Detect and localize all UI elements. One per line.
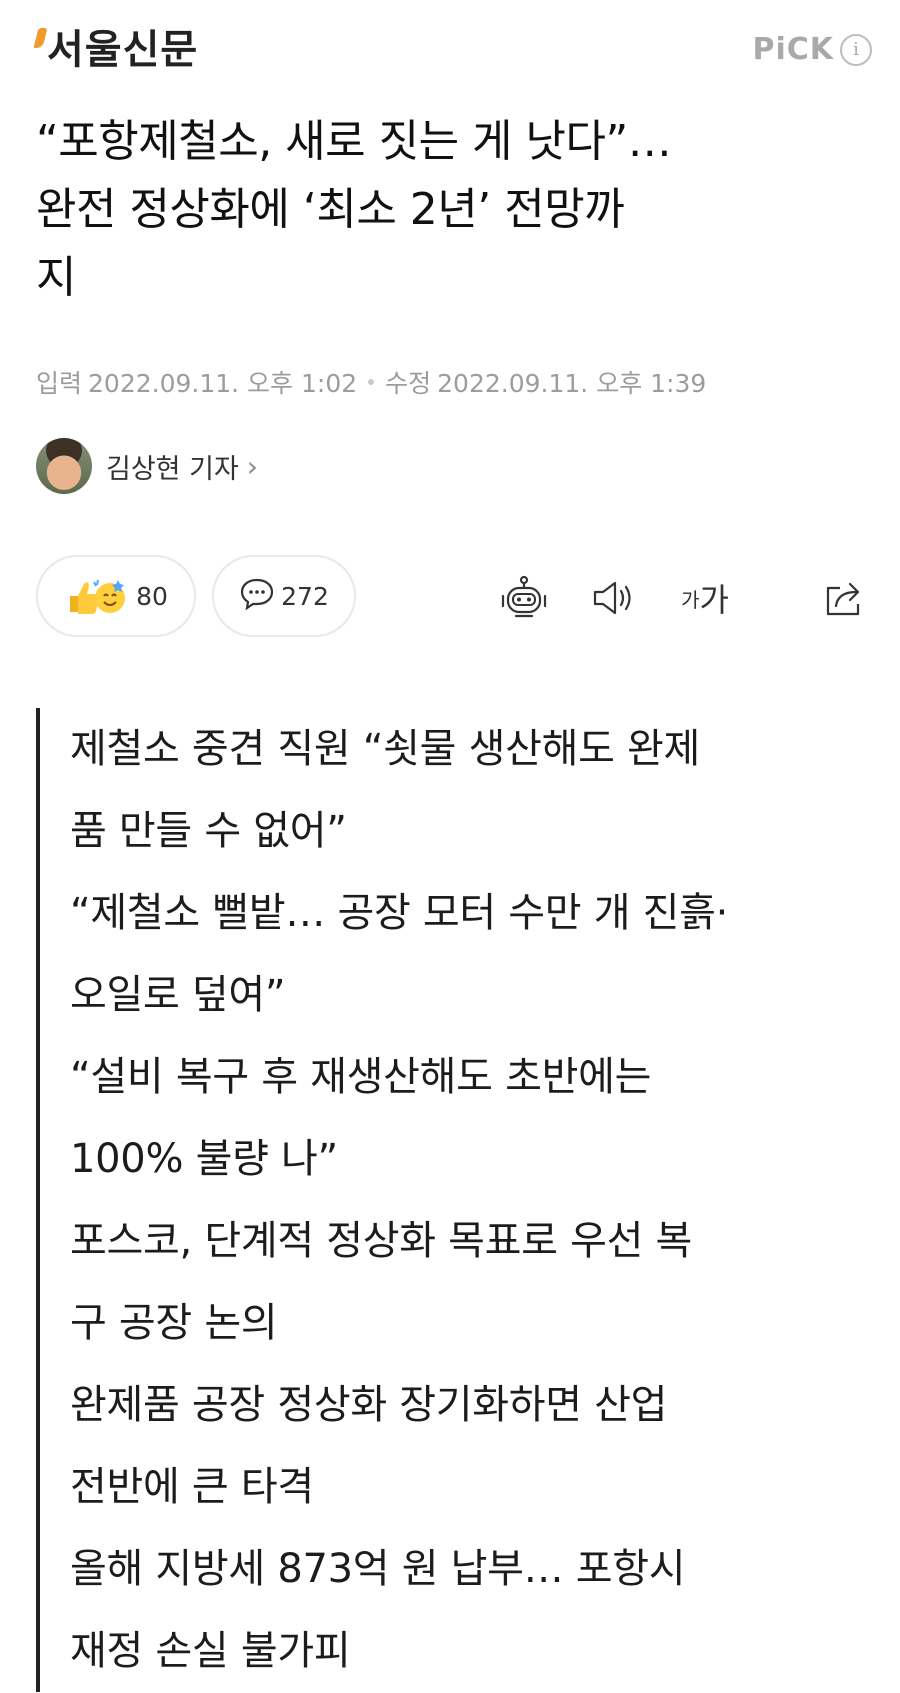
summary-bot-icon[interactable] <box>496 570 552 626</box>
article-headline: “포항제철소, 새로 짓는 게 낫다”… 완전 정상화에 ‘최소 2년’ 전망까… <box>36 108 876 312</box>
reaction-button[interactable]: 80 <box>36 555 196 637</box>
reporter-name: 김상현 기자 <box>106 453 239 485</box>
header: 서울신문 PiCK i <box>33 22 872 82</box>
summary-line: 100% 불량 나” <box>70 1136 338 1182</box>
input-date-value: 2022.09.11. 오후 1:02 <box>88 369 358 398</box>
summary-line: 품 만들 수 없어” <box>70 808 347 854</box>
info-icon[interactable]: i <box>840 33 872 66</box>
summary-line: 제철소 중견 직원 “쇳물 생산해도 완제 <box>70 726 700 772</box>
headline-line: 지 <box>36 252 76 303</box>
summary-line: 포스코, 단계적 정상화 목표로 우선 복 <box>70 1218 692 1264</box>
article-summary: 제철소 중견 직원 “쇳물 생산해도 완제 품 만들 수 없어” “제철소 뻘밭… <box>36 708 890 1692</box>
share-icon[interactable] <box>816 570 872 626</box>
pick-label: PiCK <box>752 32 834 67</box>
brand-mark-icon <box>33 28 48 48</box>
font-size-small-label: 가 <box>681 587 700 612</box>
summary-line: 완제품 공장 정상화 장기화하면 산업 <box>70 1382 668 1428</box>
article-dates: 입력 2022.09.11. 오후 1:02 수정 2022.09.11. 오후… <box>36 364 706 400</box>
summary-line: “제철소 뻘밭… 공장 모터 수만 개 진흙· <box>70 890 729 936</box>
comment-button[interactable]: 272 <box>212 555 356 637</box>
edit-date-value: 2022.09.11. 오후 1:39 <box>437 369 707 398</box>
date-separator-dot <box>368 379 375 385</box>
input-date-label: 입력 <box>36 369 83 398</box>
chevron-right-icon: › <box>246 449 258 483</box>
publisher-name: 서울신문 <box>47 27 199 73</box>
comment-icon <box>239 577 275 615</box>
reporter-avatar <box>36 438 92 494</box>
summary-line: 재정 손실 불가피 <box>70 1628 351 1674</box>
pick-badge[interactable]: PiCK i <box>752 32 872 67</box>
comment-count: 272 <box>281 581 329 611</box>
font-size-icon[interactable]: 가가 <box>672 570 738 626</box>
font-size-large-label: 가 <box>699 581 729 619</box>
reaction-icon <box>64 576 130 616</box>
headline-line: “포항제철소, 새로 짓는 게 낫다”… <box>36 116 672 167</box>
headline-line: 완전 정상화에 ‘최소 2년’ 전망까 <box>36 184 625 235</box>
reporter-link[interactable]: 김상현 기자 › <box>36 438 258 494</box>
article-page: 서울신문 PiCK i “포항제철소, 새로 짓는 게 낫다”… 완전 정상화에… <box>0 0 900 1693</box>
reaction-count: 80 <box>136 581 168 611</box>
summary-line: 오일로 덮여” <box>70 972 286 1018</box>
speaker-icon[interactable] <box>586 570 642 626</box>
summary-line: 구 공장 논의 <box>70 1300 278 1346</box>
edit-date-label: 수정 <box>385 369 432 398</box>
summary-line: “설비 복구 후 재생산해도 초반에는 <box>70 1054 652 1100</box>
summary-line: 전반에 큰 타격 <box>70 1464 314 1510</box>
publisher-logo[interactable]: 서울신문 <box>33 26 199 78</box>
summary-line: 올해 지방세 873억 원 납부… 포항시 <box>70 1546 686 1592</box>
